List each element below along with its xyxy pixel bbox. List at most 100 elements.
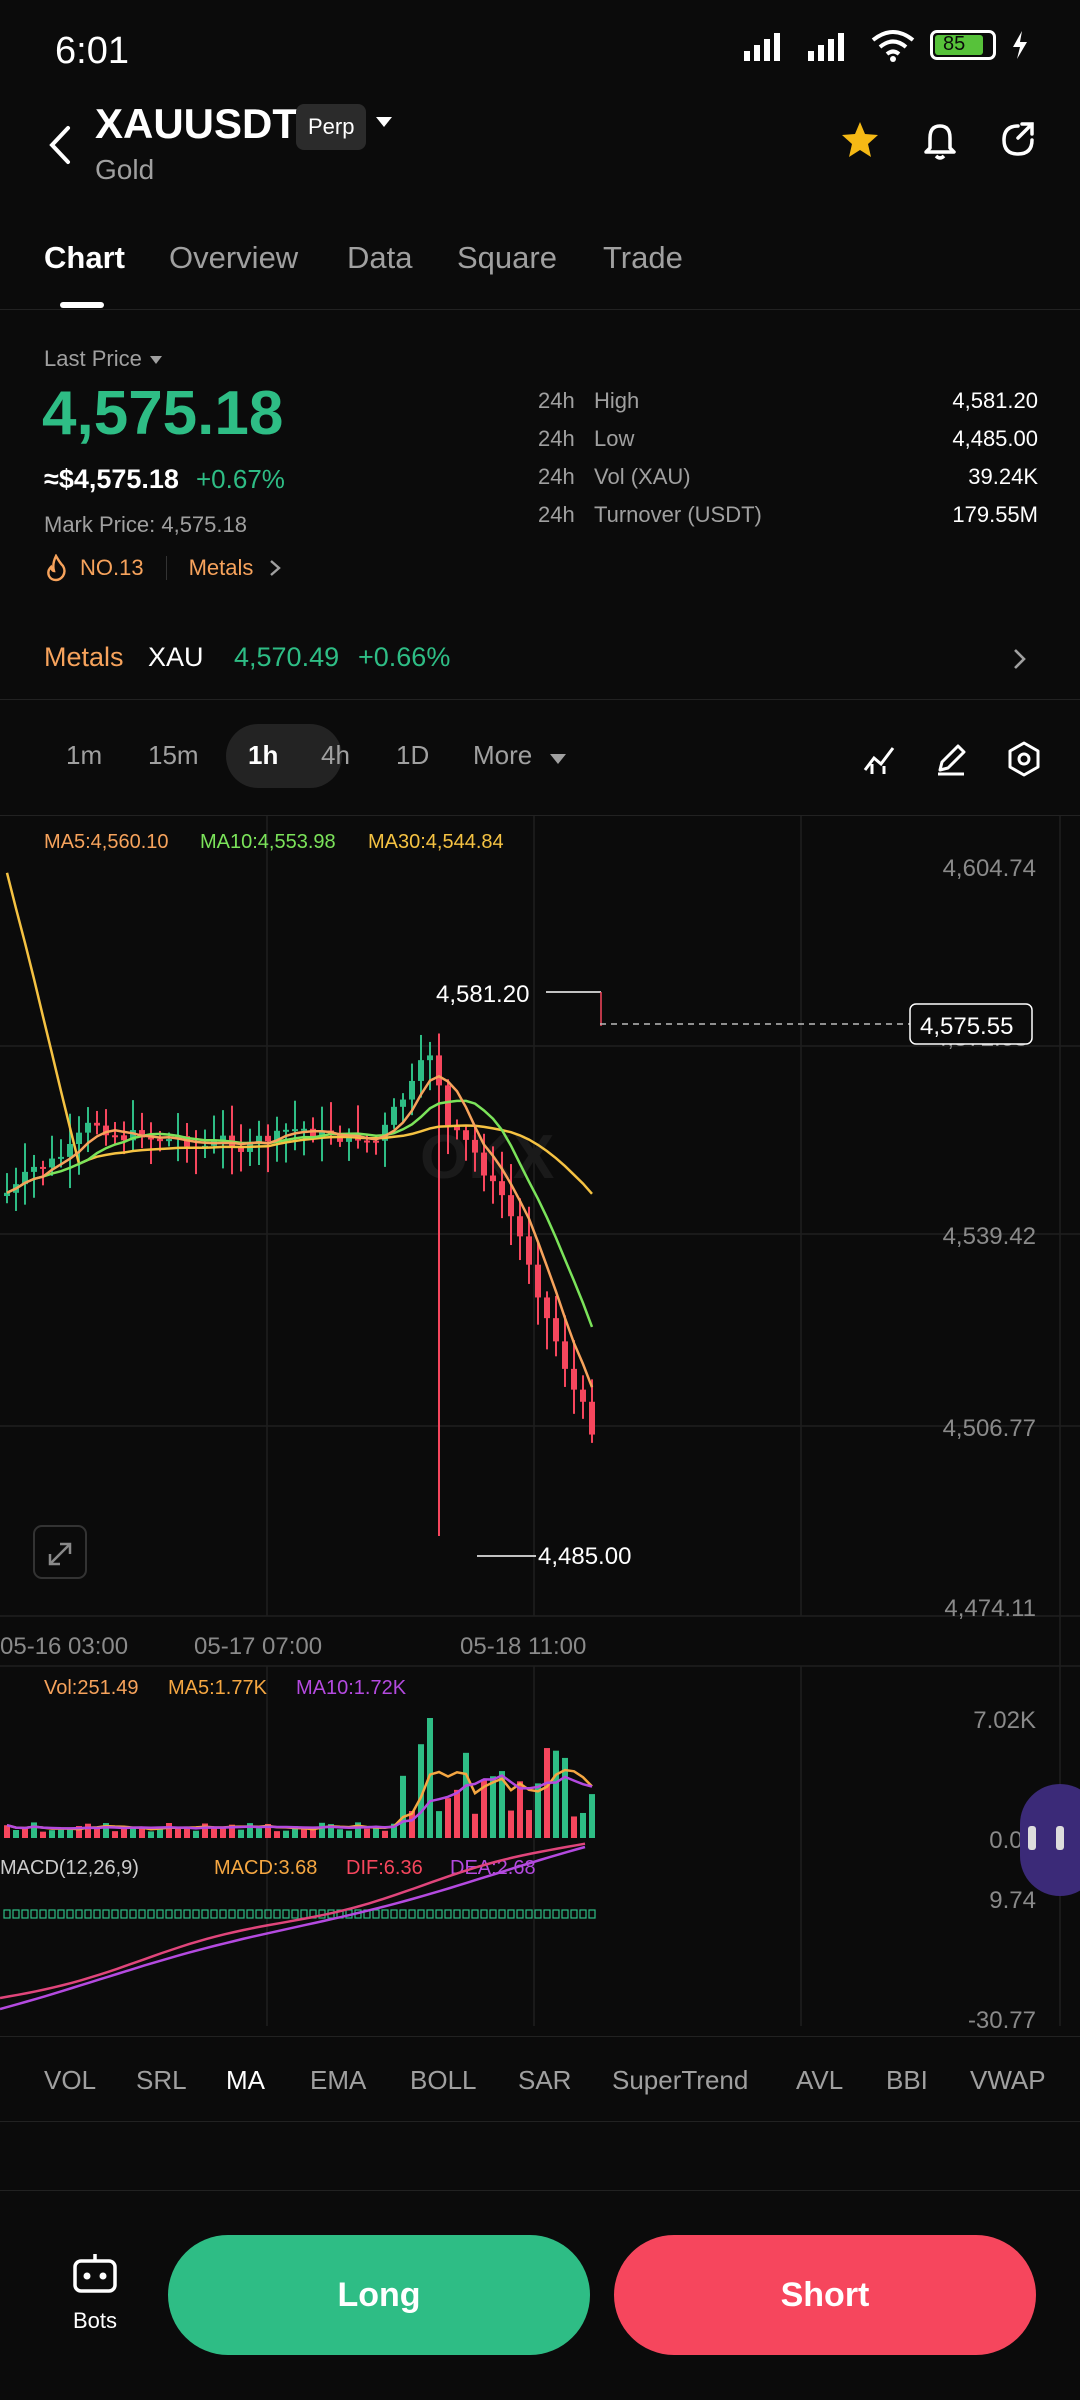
divider [165,556,167,580]
related-market-bar[interactable]: Metals XAU 4,570.49 +0.66% [0,620,1080,700]
chart-area[interactable]: OKX 4,581.20 4,485.00 4,572.08 4,575.55 … [0,816,1080,2034]
interval-15m[interactable]: 15m [148,740,199,771]
caret-down-icon[interactable] [374,114,394,130]
volume-bar [319,1822,325,1838]
macd-bar [129,1909,137,1919]
macd-bar [192,1909,200,1919]
last-price-selector[interactable]: Last Price [44,346,164,372]
stat-value: 179.55M [952,502,1038,527]
indicator-bbi[interactable]: BBI [886,2065,928,2096]
symbol-title[interactable]: XAUUSDT [95,100,298,148]
bots-button[interactable]: Bots [50,2251,140,2334]
dif-value: DIF:6.36 [346,1857,423,1879]
candle-body [571,1368,577,1390]
y-tick: 4,604.74 [943,855,1036,882]
settings-icon[interactable] [1006,740,1042,778]
symbol-subtitle: Gold [95,154,155,185]
interval-1d[interactable]: 1D [396,740,429,771]
macd-bar [210,1909,218,1919]
interval-1m[interactable]: 1m [66,740,102,771]
pencil-icon[interactable] [934,742,968,776]
candle-body [463,1130,469,1140]
volume-bar [130,1827,136,1838]
indicator-icon[interactable] [862,742,896,776]
share-icon[interactable] [996,118,1040,162]
macd-bar [120,1909,128,1919]
tab-data[interactable]: Data [347,240,412,276]
candle-body [436,1055,442,1086]
candle-body [544,1297,550,1319]
mark-price: Mark Price: 4,575.18 [44,512,247,537]
macd-bar [156,1909,164,1919]
floating-assistant-button[interactable] [1020,1784,1080,1896]
vol-tick: 7.02K [973,1707,1036,1734]
fullscreen-button[interactable] [33,1525,87,1579]
tab-chart[interactable]: Chart [44,240,125,276]
indicator-boll[interactable]: BOLL [410,2065,477,2096]
candle-body [472,1139,478,1153]
indicator-avl[interactable]: AVL [796,2065,843,2096]
stat-label: Vol (XAU) [594,464,691,489]
battery-level: 85 [943,33,966,55]
ma10-line [6,1099,594,1328]
caret-down-icon [149,356,162,364]
back-icon[interactable] [40,120,80,170]
macd-bar [552,1909,560,1919]
macd-bar [570,1909,578,1919]
last-price-label: Last Price [44,346,142,371]
indicator-srl[interactable]: SRL [136,2065,187,2096]
candle-body [85,1122,91,1133]
interval-more[interactable]: More [473,740,532,771]
macd-bar [57,1909,65,1919]
star-icon[interactable] [838,118,882,162]
indicator-vwap[interactable]: VWAP [970,2065,1046,2096]
volume-bar [553,1750,559,1838]
macd-bar [561,1909,569,1919]
price-change-percent: +0.67% [196,464,285,494]
macd-bar [93,1909,101,1919]
indicator-vol[interactable]: VOL [44,2065,96,2096]
indicator-sar[interactable]: SAR [518,2065,571,2096]
volume-bar [580,1812,586,1838]
caret-down-icon[interactable] [548,752,568,766]
rank-row[interactable]: NO.13 Metals [44,554,283,582]
macd-bar [183,1909,191,1919]
volume-bar [382,1830,388,1838]
short-button[interactable]: Short [614,2235,1036,2355]
macd-bar [147,1909,155,1919]
macd-bar [66,1909,74,1919]
macd-bar [300,1909,308,1919]
tab-trade[interactable]: Trade [603,240,683,276]
indicator-supertrend[interactable]: SuperTrend [612,2065,748,2096]
macd-bar [30,1909,38,1919]
indicator-ema[interactable]: EMA [310,2065,366,2096]
tab-square[interactable]: Square [457,240,557,276]
macd-bar [534,1909,542,1919]
ma10-legend: MA10:4,553.98 [200,831,336,853]
volume-bar [364,1828,370,1838]
interval-4h[interactable]: 4h [321,740,350,771]
stat-label: Low [594,426,635,451]
perp-badge[interactable]: Perp [296,104,367,150]
candle-body [508,1195,514,1217]
interval-1h[interactable]: 1h [248,740,278,771]
long-button[interactable]: Long [168,2235,590,2355]
volume-bar [193,1830,199,1838]
volume-bar [490,1776,496,1838]
tab-overview[interactable]: Overview [169,240,298,276]
volume-bar [346,1830,352,1838]
volume-bar [337,1829,343,1838]
low-price-label: 4,485.00 [538,1543,631,1570]
y-tick: 4,539.42 [943,1223,1036,1250]
macd-bar [408,1909,416,1919]
indicator-ma[interactable]: MA [226,2065,265,2096]
candle-body [76,1132,82,1144]
wifi-icon [871,30,915,62]
macd-bar [246,1909,254,1919]
price-chart[interactable]: OKX 4,581.20 4,485.00 4,572.08 4,575.55 … [0,816,1080,2036]
y-tick: 4,506.77 [943,1415,1036,1442]
macd-bar [588,1909,596,1919]
macd-bar [291,1909,299,1919]
bell-icon[interactable] [918,118,962,162]
macd-tick: -30.77 [968,2007,1036,2034]
